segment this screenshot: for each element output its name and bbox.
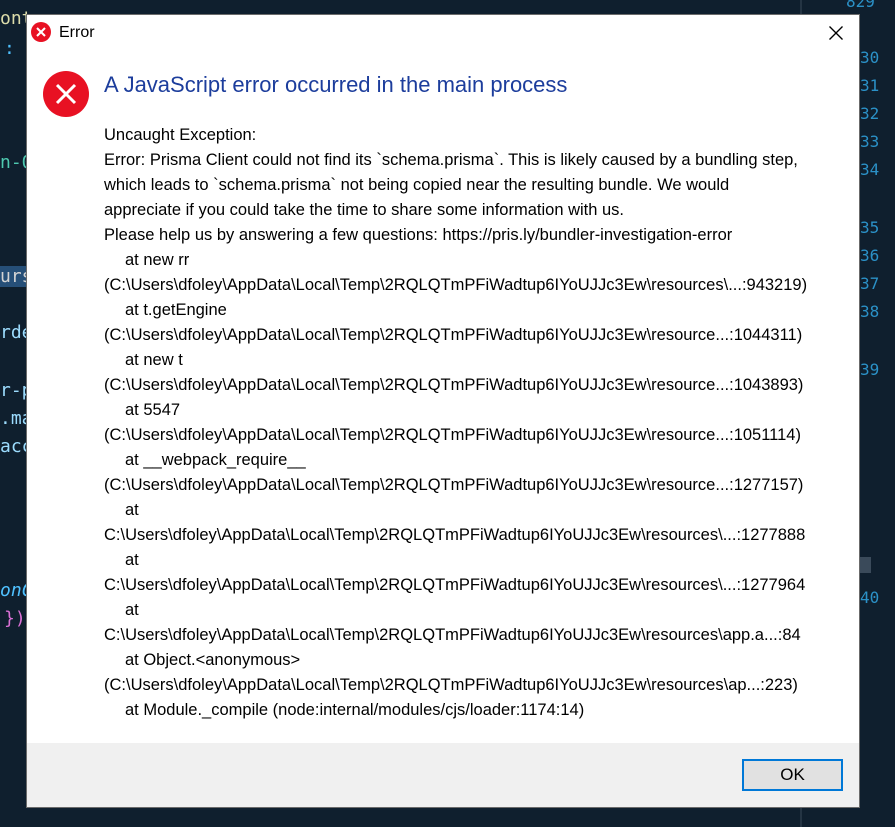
error-icon [31, 22, 51, 42]
message-line: at t.getEngine [125, 301, 227, 319]
ok-button[interactable]: OK [742, 759, 843, 791]
error-icon [43, 71, 89, 117]
code-fragment: : [4, 38, 15, 59]
dialog-footer: OK [27, 743, 859, 807]
line-number: 30 [860, 48, 880, 67]
error-message: Uncaught Exception: Error: Prisma Client … [104, 123, 854, 723]
message-line: (C:\Users\dfoley\AppData\Local\Temp\2RQL… [104, 676, 798, 694]
message-line: (C:\Users\dfoley\AppData\Local\Temp\2RQL… [104, 476, 804, 494]
message-line: at 5547 [125, 401, 181, 419]
line-number: 34 [860, 160, 880, 179]
message-line: at [125, 551, 139, 569]
message-line: appreciate if you could take the time to… [104, 201, 625, 219]
dialog-body: A JavaScript error occurred in the main … [27, 51, 859, 743]
message-line: (C:\Users\dfoley\AppData\Local\Temp\2RQL… [104, 326, 803, 344]
message-line: C:\Users\dfoley\AppData\Local\Temp\2RQLQ… [104, 576, 806, 594]
line-number: 829 [846, 0, 875, 11]
message-line: at __webpack_require__ [125, 451, 306, 469]
message-line: C:\Users\dfoley\AppData\Local\Temp\2RQLQ… [104, 626, 801, 644]
code-fragment: }) [4, 608, 26, 629]
dialog-title: Error [59, 24, 95, 41]
message-line: at new rr [125, 251, 190, 269]
message-line: C:\Users\dfoley\AppData\Local\Temp\2RQLQ… [104, 526, 806, 544]
dialog-heading: A JavaScript error occurred in the main … [104, 72, 568, 97]
line-number: 37 [860, 274, 880, 293]
message-line: at Module._compile (node:internal/module… [125, 701, 585, 719]
message-line: Error: Prisma Client could not find its … [104, 151, 798, 169]
message-line: (C:\Users\dfoley\AppData\Local\Temp\2RQL… [104, 426, 801, 444]
message-line: at [125, 501, 139, 519]
message-line: at [125, 601, 139, 619]
message-line: Uncaught Exception: [104, 126, 257, 144]
close-button[interactable] [813, 15, 859, 51]
message-line: (C:\Users\dfoley\AppData\Local\Temp\2RQL… [104, 376, 804, 394]
line-number: 32 [860, 104, 880, 123]
line-number: 40 [860, 588, 880, 607]
line-number: 35 [860, 218, 880, 237]
message-line: (C:\Users\dfoley\AppData\Local\Temp\2RQL… [104, 276, 808, 294]
dialog-titlebar[interactable]: Error [27, 15, 859, 51]
message-line: at new t [125, 351, 183, 369]
line-number: 36 [860, 246, 880, 265]
close-icon [829, 26, 843, 40]
message-line: at Object.<anonymous> [125, 651, 301, 669]
error-dialog: Error A JavaScript error occurred in the… [26, 14, 860, 808]
line-number: 33 [860, 132, 880, 151]
message-line: Please help us by answering a few questi… [104, 226, 733, 244]
line-number: 31 [860, 76, 880, 95]
line-number: 38 [860, 302, 880, 321]
message-line: which leads to `schema.prisma` not being… [104, 176, 730, 194]
line-number: 39 [860, 360, 880, 379]
